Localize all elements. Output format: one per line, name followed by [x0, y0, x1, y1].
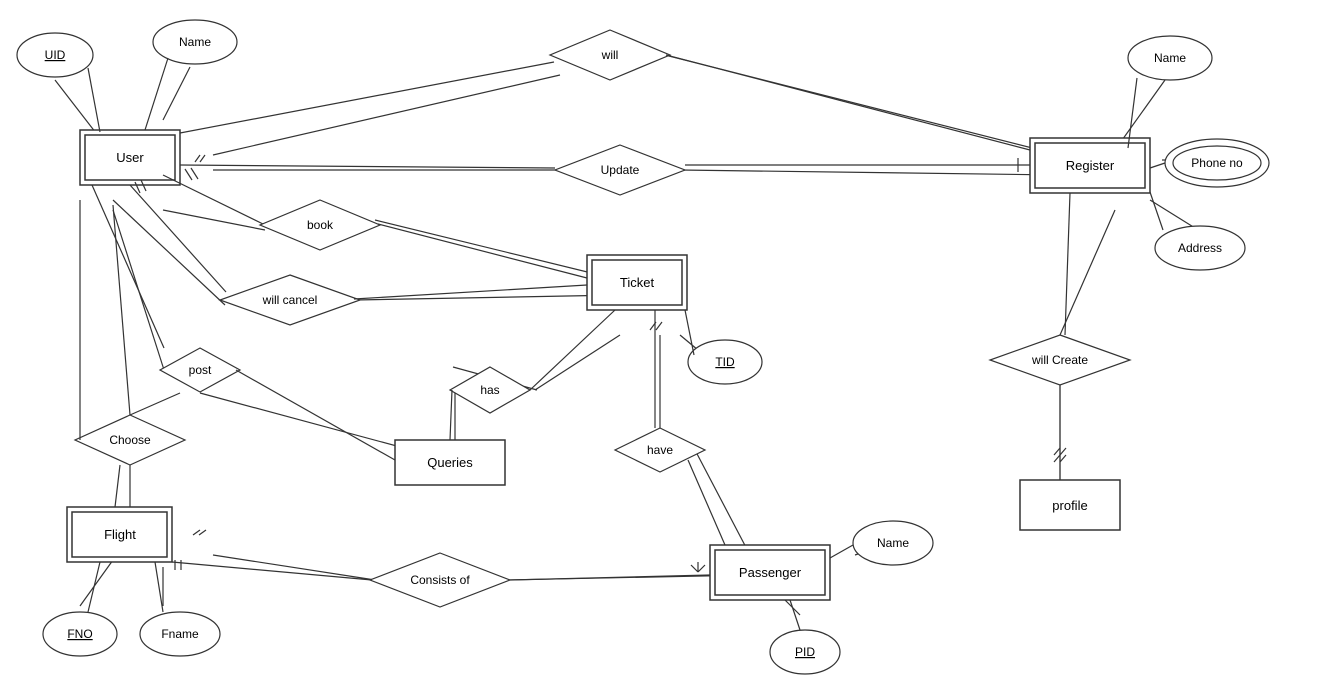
entity-user: User	[80, 130, 180, 185]
attr-username: Name	[153, 20, 237, 64]
entity-flight-label: Flight	[104, 527, 136, 542]
entity-profile: profile	[1020, 480, 1120, 530]
attr-uid: UID	[17, 33, 93, 77]
attr-tid-label: TID	[715, 355, 735, 369]
attr-phoneno: Phone no	[1165, 139, 1269, 187]
attr-regname-label: Name	[1154, 51, 1186, 65]
entity-queries: Queries	[395, 440, 505, 485]
rel-choose: Choose	[75, 415, 185, 465]
rel-has: has	[450, 367, 530, 413]
rel-has-label: has	[480, 383, 499, 397]
rel-update-label: Update	[601, 163, 640, 177]
attr-fno: FNO	[43, 612, 117, 656]
rel-book-label: book	[307, 218, 334, 232]
attr-uid-label: UID	[45, 48, 66, 62]
attr-tid: TID	[688, 340, 762, 384]
rel-willcreate-label: will Create	[1031, 353, 1088, 367]
rel-consistsof: Consists of	[370, 553, 510, 607]
attr-passname: Name	[853, 521, 933, 565]
entity-ticket-label: Ticket	[620, 275, 655, 290]
attr-regname: Name	[1128, 36, 1212, 80]
rel-choose-label: Choose	[109, 433, 151, 447]
rel-will: will	[550, 30, 670, 80]
rel-consistsof-label: Consists of	[410, 573, 470, 587]
rel-willcreate: will Create	[990, 335, 1130, 385]
rel-update: Update	[555, 145, 685, 195]
er-diagram-container: User Ticket Flight Passenger Register	[0, 0, 1343, 696]
rel-have-label: have	[647, 443, 673, 457]
attr-passname-label: Name	[877, 536, 909, 550]
attr-fno-label: FNO	[67, 627, 92, 641]
rel-have: have	[615, 428, 705, 472]
entity-register: Register	[1030, 138, 1150, 193]
entity-queries-label: Queries	[427, 455, 473, 470]
attr-pid: PID	[770, 630, 840, 674]
entity-user-label: User	[116, 150, 144, 165]
entity-ticket: Ticket	[587, 255, 687, 310]
attr-fname-label: Fname	[161, 627, 199, 641]
attr-address: Address	[1155, 226, 1245, 270]
rel-post-label: post	[189, 363, 212, 377]
entity-passenger-label: Passenger	[739, 565, 802, 580]
entity-flight: Flight	[67, 507, 172, 562]
er-diagram-svg: User Ticket Flight Passenger Register	[0, 0, 1343, 696]
entity-passenger: Passenger	[710, 545, 830, 600]
rel-willcancel: will cancel	[220, 275, 360, 325]
entity-register-label: Register	[1066, 158, 1115, 173]
attr-phoneno-label: Phone no	[1191, 156, 1243, 170]
attr-fname: Fname	[140, 612, 220, 656]
entity-profile-label: profile	[1052, 498, 1087, 513]
attr-username-label: Name	[179, 35, 211, 49]
rel-book: book	[260, 200, 380, 250]
attr-pid-label: PID	[795, 645, 815, 659]
attr-address-label: Address	[1178, 241, 1222, 255]
rel-will-label: will	[601, 48, 619, 62]
rel-willcancel-label: will cancel	[262, 293, 318, 307]
rel-post: post	[160, 348, 240, 392]
